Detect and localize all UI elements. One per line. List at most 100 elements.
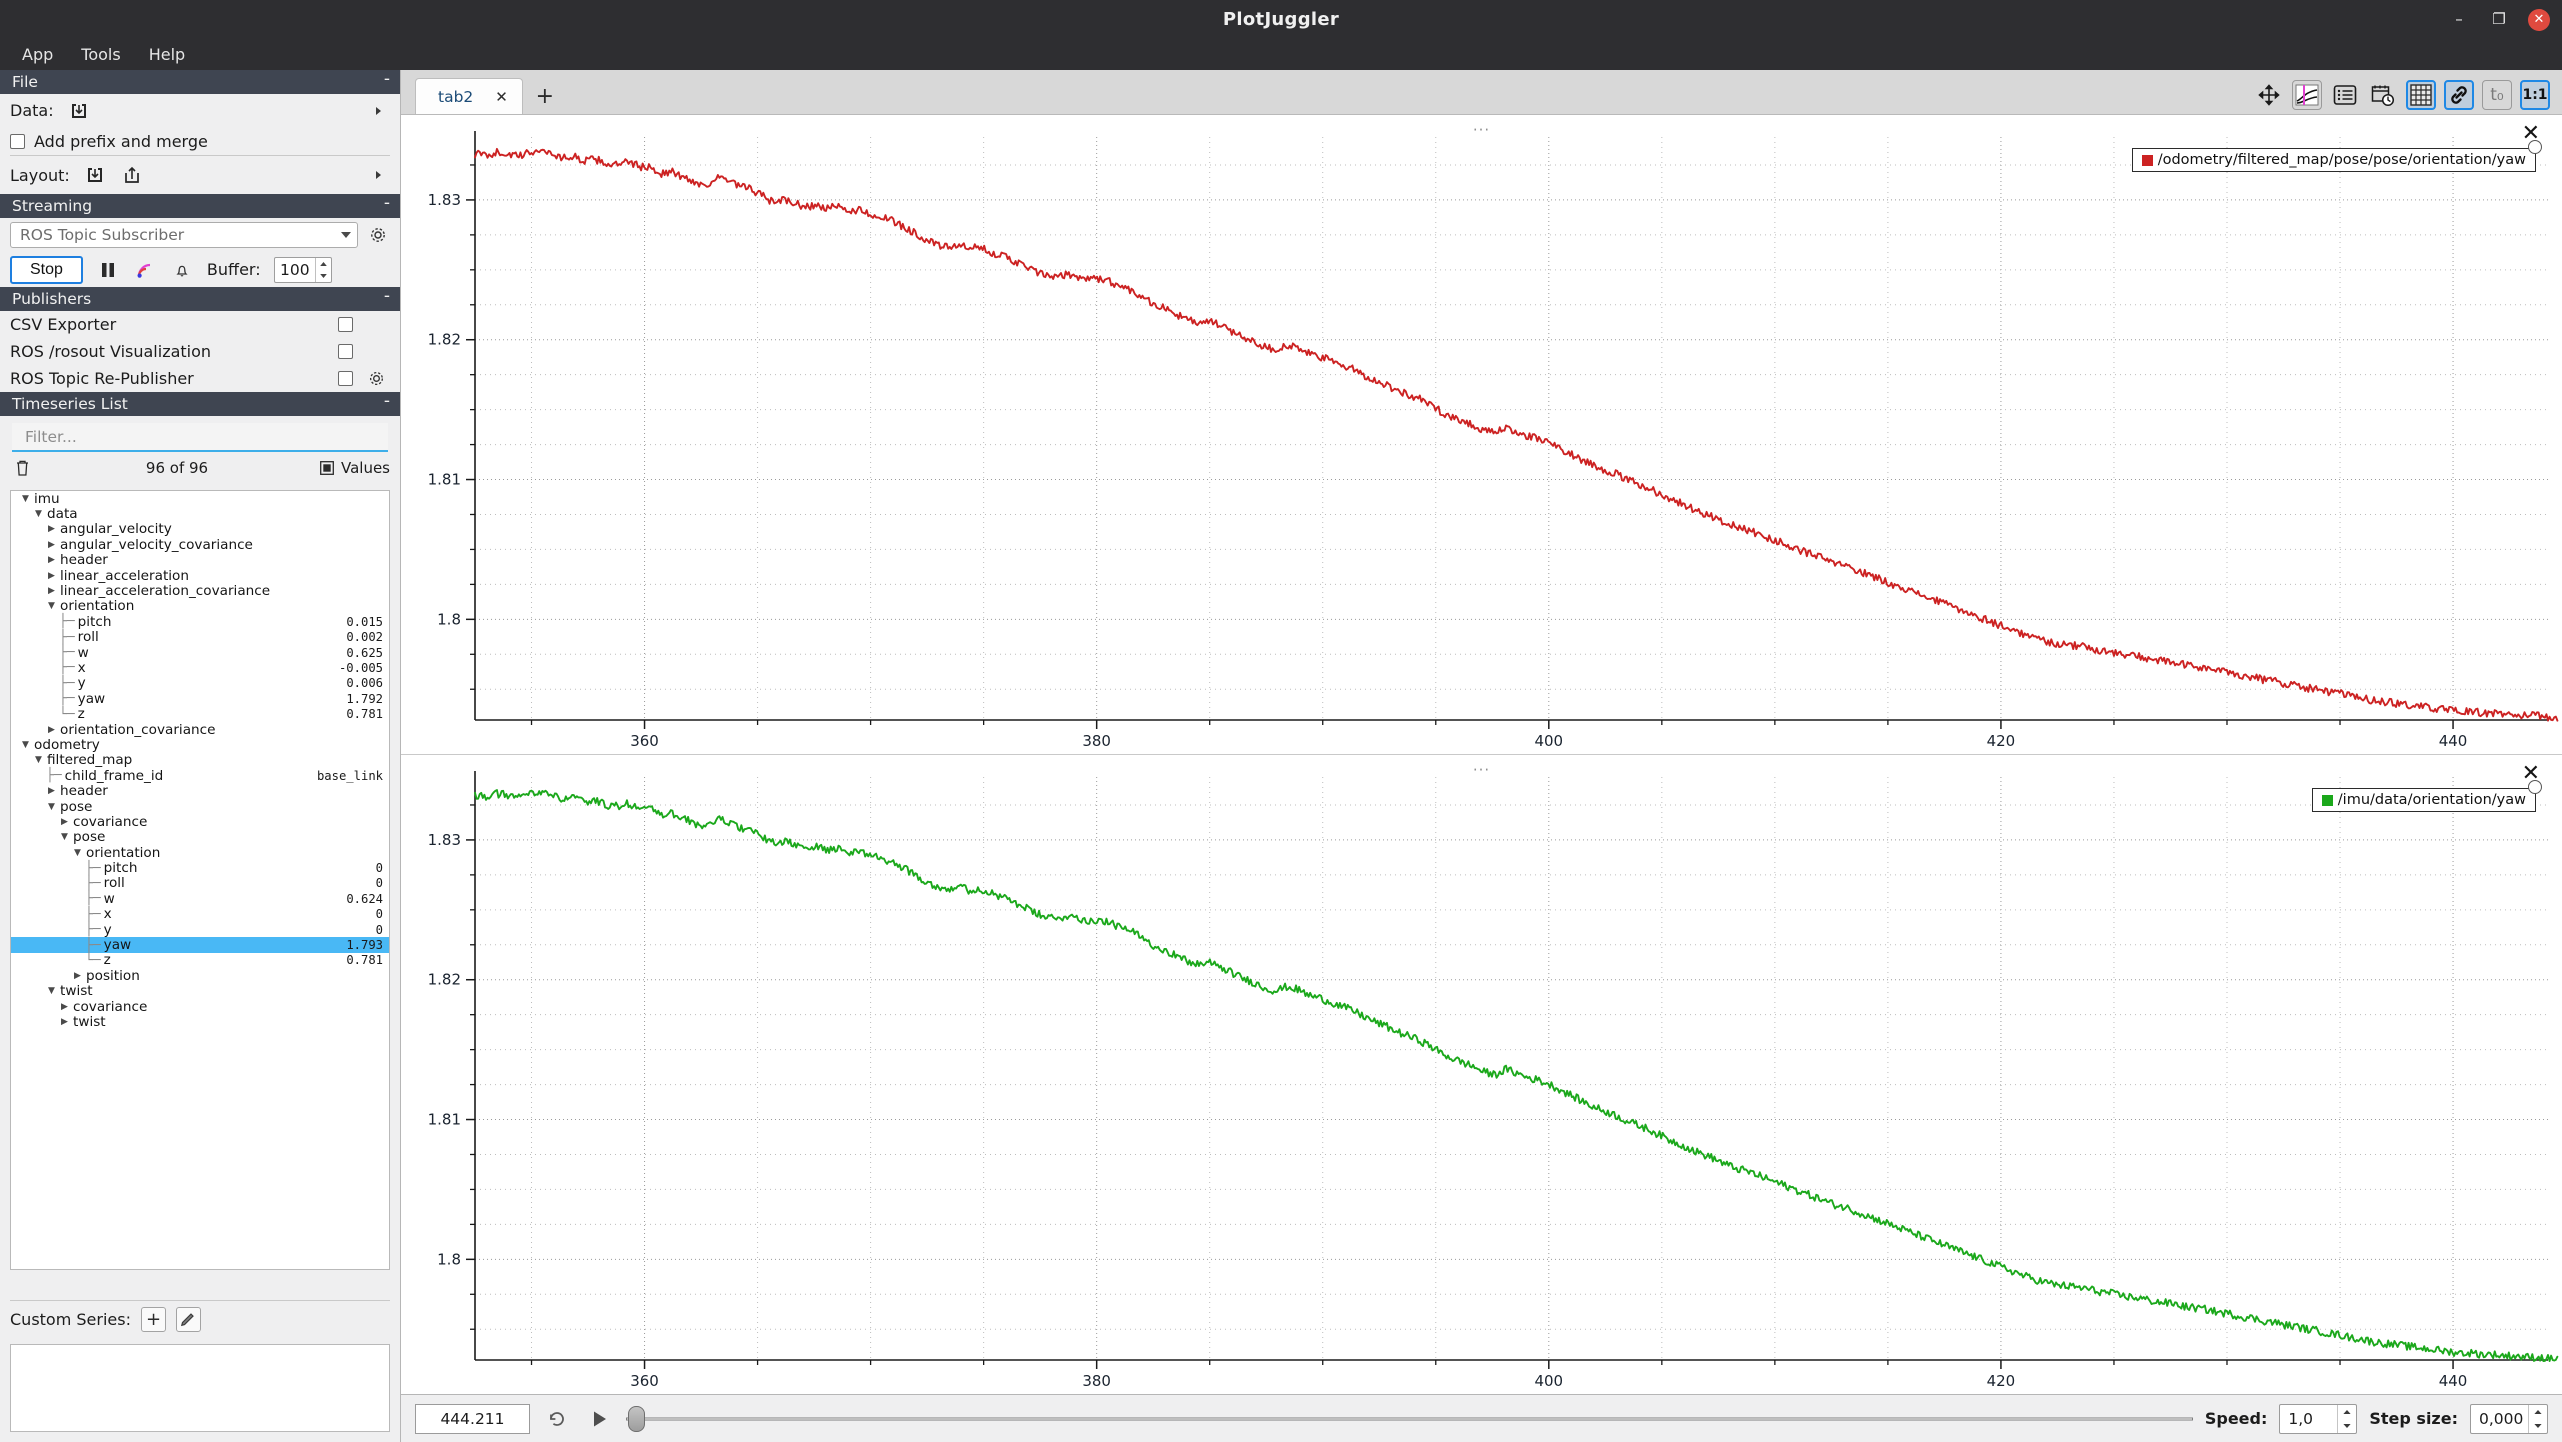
streaming-source-combo[interactable]: ROS Topic Subscriber bbox=[10, 222, 358, 248]
tree-expand-icon[interactable]: ▼ bbox=[33, 755, 44, 765]
file-options-arrow-icon[interactable] bbox=[366, 100, 390, 122]
step-size-spinbox[interactable]: 0,000 bbox=[2470, 1403, 2548, 1434]
close-button[interactable]: ✕ bbox=[2528, 8, 2550, 31]
pan-icon[interactable] bbox=[2254, 80, 2284, 110]
legend-top[interactable]: /odometry/filtered_map/pose/pose/orienta… bbox=[2131, 140, 2542, 172]
tree-expand-icon[interactable]: ▼ bbox=[72, 848, 83, 858]
tree-item[interactable]: ▼ orientation bbox=[11, 845, 389, 861]
step-down-icon[interactable] bbox=[2529, 1419, 2547, 1433]
tab-close-icon[interactable]: ✕ bbox=[495, 88, 508, 106]
tree-item[interactable]: ▶ twist bbox=[11, 1014, 389, 1030]
tree-item[interactable]: ▼ orientation bbox=[11, 598, 389, 614]
tree-item[interactable]: ▼ imu bbox=[11, 491, 389, 507]
minimize-button[interactable]: – bbox=[2448, 9, 2470, 31]
maximize-button[interactable]: ❐ bbox=[2488, 9, 2510, 31]
collapse-file-icon[interactable]: - bbox=[384, 70, 390, 91]
tree-collapse-icon[interactable]: ▶ bbox=[46, 524, 57, 534]
tree-item[interactable]: ▼ data bbox=[11, 506, 389, 522]
step-size-stepper[interactable] bbox=[2528, 1404, 2547, 1433]
plot-canvas-top[interactable]: 1.8 1.81 1.82 1.83 360 380 400 420 440 bbox=[401, 115, 2562, 754]
publisher-checkbox-csv[interactable] bbox=[338, 317, 353, 332]
plot-panel-bottom[interactable]: ··· ✕ /imu/data/orientation/yaw 1.8 1.81 1… bbox=[401, 755, 2562, 1394]
speed-stepper[interactable] bbox=[2337, 1404, 2356, 1433]
speed-down-icon[interactable] bbox=[2338, 1419, 2356, 1433]
plot-canvas-bottom[interactable]: 1.8 1.81 1.82 1.83 360 380 400 420 440 bbox=[401, 755, 2562, 1394]
timeline-track[interactable] bbox=[626, 1417, 2193, 1420]
legend-drag-knob-top[interactable] bbox=[2528, 140, 2542, 154]
collapse-timeseries-icon[interactable]: - bbox=[384, 392, 390, 413]
notification-bell-icon[interactable] bbox=[170, 259, 194, 281]
tree-expand-icon[interactable]: ▼ bbox=[20, 494, 31, 504]
tree-collapse-icon[interactable]: ▶ bbox=[46, 786, 57, 796]
publisher-checkbox-rosout[interactable] bbox=[338, 344, 353, 359]
collapse-streaming-icon[interactable]: - bbox=[384, 194, 390, 215]
section-header-publishers[interactable]: Publishers - bbox=[0, 287, 400, 311]
tree-item[interactable]: ▶ covariance bbox=[11, 814, 389, 830]
loop-icon[interactable] bbox=[542, 1404, 572, 1434]
tree-item[interactable]: ▼ pose bbox=[11, 799, 389, 815]
tree-expand-icon[interactable]: ▼ bbox=[46, 601, 57, 611]
tree-expand-icon[interactable]: ▼ bbox=[59, 832, 70, 842]
streaming-settings-gear-icon[interactable] bbox=[366, 224, 390, 246]
tree-item[interactable]: └─ z 0.781 bbox=[11, 952, 389, 968]
values-toggle-icon[interactable] bbox=[320, 461, 334, 475]
tree-item[interactable]: ├─ y 0.006 bbox=[11, 675, 389, 691]
step-up-icon[interactable] bbox=[2529, 1405, 2547, 1419]
timeline-slider[interactable] bbox=[626, 1404, 2193, 1434]
tree-collapse-icon[interactable]: ▶ bbox=[72, 971, 83, 981]
tree-item[interactable]: ▶ covariance bbox=[11, 999, 389, 1015]
timeline-handle[interactable] bbox=[628, 1405, 645, 1432]
add-tab-button[interactable]: + bbox=[523, 78, 567, 114]
tree-item[interactable]: ▶ header bbox=[11, 552, 389, 568]
tree-item[interactable]: ├─ pitch 0.015 bbox=[11, 614, 389, 630]
tree-item[interactable]: ├─ y 0 bbox=[11, 922, 389, 938]
tree-item[interactable]: ▼ pose bbox=[11, 829, 389, 845]
tree-item[interactable]: ▼ twist bbox=[11, 983, 389, 999]
load-layout-icon[interactable] bbox=[83, 164, 107, 186]
tree-collapse-icon[interactable]: ▶ bbox=[59, 817, 70, 827]
tree-item[interactable]: ├─ w 0.625 bbox=[11, 645, 389, 661]
tab-tab2[interactable]: tab2 ✕ bbox=[415, 78, 523, 114]
section-header-file[interactable]: File - bbox=[0, 70, 400, 94]
tree-collapse-icon[interactable]: ▶ bbox=[46, 571, 57, 581]
publisher-checkbox-republisher[interactable] bbox=[338, 371, 353, 386]
tree-item[interactable]: ▶ angular_velocity_covariance bbox=[11, 537, 389, 553]
layout-options-arrow-icon[interactable] bbox=[366, 164, 390, 186]
tree-item[interactable]: ├─ roll 0 bbox=[11, 875, 389, 891]
tree-collapse-icon[interactable]: ▶ bbox=[46, 555, 57, 565]
play-icon[interactable] bbox=[584, 1404, 614, 1434]
save-layout-icon[interactable] bbox=[120, 164, 144, 186]
speed-up-icon[interactable] bbox=[2338, 1405, 2356, 1419]
add-prefix-checkbox[interactable] bbox=[10, 133, 25, 149]
collapse-publishers-icon[interactable]: - bbox=[384, 287, 390, 308]
tree-item[interactable]: ▶ linear_acceleration_covariance bbox=[11, 583, 389, 599]
stop-button[interactable]: Stop bbox=[10, 255, 83, 284]
tree-item[interactable]: ▶ header bbox=[11, 783, 389, 799]
tree-item[interactable]: ├─ x 0 bbox=[11, 906, 389, 922]
tree-collapse-icon[interactable]: ▶ bbox=[46, 586, 57, 596]
crosshair-icon[interactable] bbox=[2292, 80, 2322, 110]
tree-item[interactable]: ▶ orientation_covariance bbox=[11, 722, 389, 738]
tree-item[interactable]: ├─ pitch 0 bbox=[11, 860, 389, 876]
calendar-clock-icon[interactable] bbox=[2368, 80, 2398, 110]
pause-icon[interactable] bbox=[96, 259, 120, 281]
buffer-spinbox[interactable]: 100 bbox=[273, 256, 332, 283]
timeseries-tree[interactable]: ▼ imu ▼ data ▶ angular_velocity ▶ angular_veloc… bbox=[10, 490, 390, 1270]
menu-app[interactable]: App bbox=[10, 42, 65, 67]
tree-expand-icon[interactable]: ▼ bbox=[33, 509, 44, 519]
tree-expand-icon[interactable]: ▼ bbox=[46, 802, 57, 812]
buffer-stepper[interactable] bbox=[314, 257, 331, 282]
tree-item[interactable]: ▶ angular_velocity bbox=[11, 521, 389, 537]
tree-item[interactable]: ├─ yaw 1.792 bbox=[11, 691, 389, 707]
tree-expand-icon[interactable]: ▼ bbox=[20, 740, 31, 750]
legend-bottom[interactable]: /imu/data/orientation/yaw bbox=[2311, 780, 2542, 812]
tree-item[interactable]: ▼ odometry bbox=[11, 737, 389, 753]
legend-drag-knob-bottom[interactable] bbox=[2528, 780, 2542, 794]
time-offset-icon[interactable]: t₀ bbox=[2482, 80, 2512, 110]
add-custom-series-button[interactable]: + bbox=[140, 1306, 166, 1332]
plot-drag-handle-top[interactable]: ··· bbox=[1473, 121, 1490, 139]
load-data-icon[interactable] bbox=[67, 100, 91, 122]
filter-input[interactable]: Filter... bbox=[12, 423, 388, 452]
list-icon[interactable] bbox=[2330, 80, 2360, 110]
link-icon[interactable] bbox=[2444, 80, 2474, 110]
